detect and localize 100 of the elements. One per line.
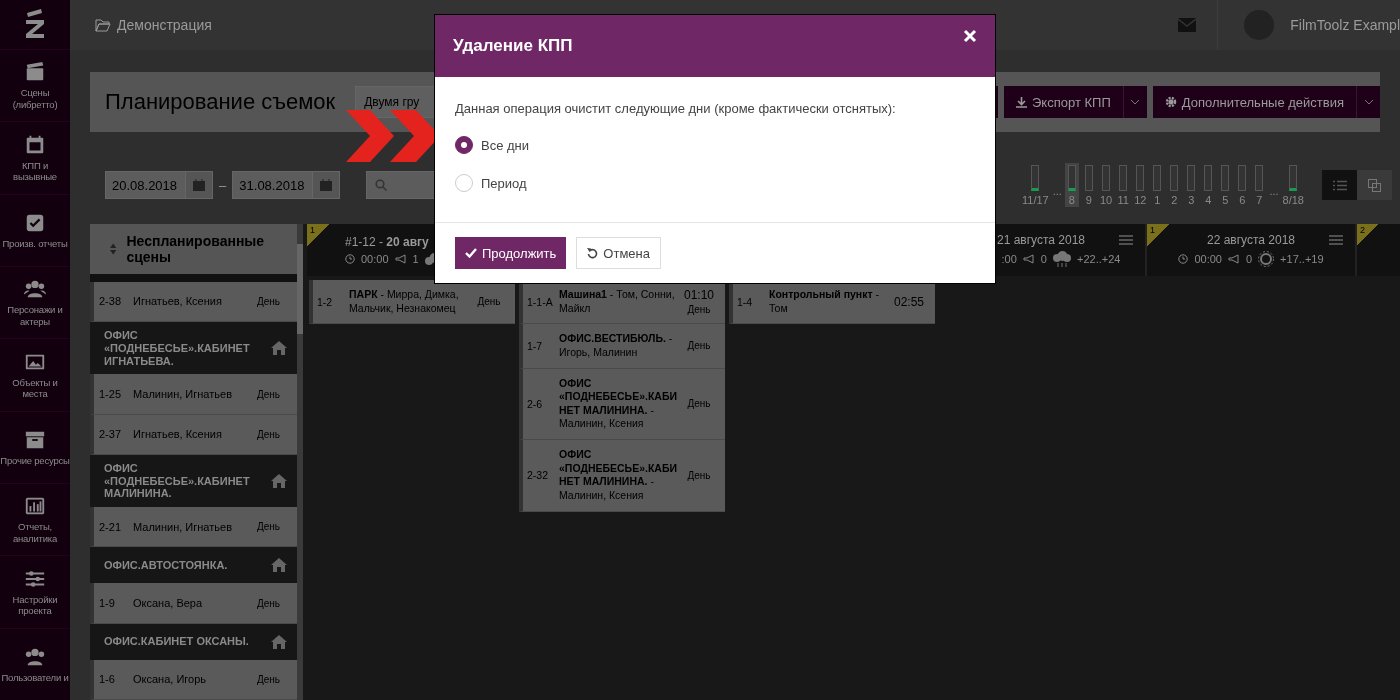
scene-number: 2-6	[527, 397, 544, 410]
view-toggle[interactable]	[1322, 170, 1357, 200]
sidebar-item[interactable]: Произв. отчеты	[0, 193, 70, 266]
day-badge: 2	[1357, 224, 1379, 246]
call-count: 0	[1040, 253, 1047, 265]
dialog-title: Удаление КПП	[453, 36, 574, 56]
megaphone-icon	[394, 254, 407, 264]
radio-label[interactable]: Все дни	[481, 137, 530, 153]
sidebar-item[interactable]: Пользователи и	[0, 627, 70, 700]
location-name: ОФИС «ПОДНЕБЕСЬЕ».КАБИНЕТ ИГНАТЬЕВА.	[104, 329, 251, 368]
day-selector[interactable]: 5	[1218, 163, 1233, 207]
cancel-button[interactable]: Отмена	[576, 237, 661, 269]
day-time: 00:00	[1194, 253, 1222, 265]
temperature: +17..+19	[1280, 253, 1324, 265]
sidebar-item[interactable]: Прочие ресурсы	[0, 410, 70, 483]
location-name: ОФИС «ПОДНЕБЕСЬЕ».КАБИНЕТ МАЛИНИНА.	[104, 462, 251, 501]
folder-icon	[95, 18, 111, 32]
ellipsis: ...	[1052, 185, 1062, 197]
action-button[interactable]: Дополнительные действия	[1152, 86, 1356, 118]
temperature: +22..+24	[1077, 253, 1121, 265]
list-icon	[1332, 179, 1347, 191]
rain-cloud-icon	[1053, 251, 1071, 267]
scene-number: 1-4	[737, 295, 754, 308]
gear-icon	[1164, 96, 1177, 108]
calendar-icon	[193, 179, 206, 191]
day-badge: 1	[307, 224, 329, 246]
scene-duration: 01:10	[683, 288, 715, 303]
day-selector[interactable]: 11/17	[1021, 163, 1050, 207]
continue-button[interactable]: Продолжить	[455, 237, 567, 269]
scene-description: ОФИС.ВЕСТИБЮЛЬ. - Игорь, Малинин	[559, 332, 674, 360]
scene-row[interactable]: 2-38 Игнатьев, Ксения День	[90, 281, 297, 323]
home-icon	[271, 558, 287, 573]
home-icon	[271, 634, 287, 649]
radio-label[interactable]: Период	[481, 175, 527, 191]
copy-icon	[1368, 178, 1381, 192]
close-icon[interactable]	[963, 29, 977, 43]
scene-duration: 02:55	[893, 294, 925, 309]
day-selector[interactable]: 4	[1201, 163, 1216, 207]
clock-icon	[345, 254, 355, 264]
day-badge: 1	[1147, 224, 1169, 246]
caret-icon	[1363, 99, 1374, 105]
sidebar-item[interactable]: Настройки проекта	[0, 555, 70, 628]
logo-icon[interactable]	[24, 9, 46, 40]
day-selector[interactable]: 6	[1235, 163, 1250, 207]
sidebar-item[interactable]: КПП и вызывные	[0, 121, 70, 194]
caret-icon	[1130, 99, 1141, 105]
calendar-icon	[24, 133, 46, 156]
radio-button[interactable]	[455, 136, 473, 154]
megaphone-icon	[1022, 254, 1035, 264]
call-count: 0	[1246, 253, 1253, 265]
sidebar-item[interactable]: Сцены (либретто)	[0, 48, 70, 122]
sidebar-item[interactable]: Объекты и места	[0, 338, 70, 411]
view-toggle[interactable]	[1357, 170, 1392, 200]
scene-description: Машина1 - Том, Сонни, Майкл	[559, 288, 676, 316]
call-count: 1	[412, 253, 419, 265]
scene-number: 1-1-А	[527, 295, 554, 308]
date-field[interactable]: 20.08.2018	[105, 171, 214, 199]
scene-row[interactable]: 1-9 Оксана, Вера День	[90, 583, 297, 624]
dialog-message: Данная операция очистит следующие дни (кроме фактически отснятых):	[455, 101, 897, 116]
sidebar-item[interactable]: Персонажи и актеры	[0, 265, 70, 339]
date-field[interactable]: 31.08.2018	[232, 171, 341, 199]
sun-icon	[1258, 251, 1275, 267]
sidebar-item[interactable]: Отчеты, аналитика	[0, 482, 70, 556]
day-selector[interactable]: 10	[1098, 163, 1114, 207]
day-time: 00:00	[361, 253, 389, 265]
ellipsis: ...	[1269, 185, 1279, 197]
day-selector[interactable]: 8/18	[1281, 163, 1305, 207]
scene-description: ОФИС «ПОДНЕБЕСЬЕ».КАБИНЕТ МАЛИНИНА. - Малинин, Ксения	[559, 376, 677, 432]
day-selector[interactable]: 12	[1133, 163, 1148, 207]
scene-row[interactable]: 2-37 Игнатьев, Ксения День	[90, 414, 297, 455]
project-name[interactable]: Демонстрация	[117, 17, 212, 33]
day-selector[interactable]: 11	[1116, 163, 1131, 207]
day-title: 21 августа 2018	[996, 233, 1085, 247]
day-selector[interactable]: 3	[1184, 163, 1199, 207]
day-selector[interactable]: 9	[1081, 163, 1096, 207]
scene-row[interactable]: 1-6 Оксана, Игорь День	[90, 659, 297, 700]
scene-number: 1-7	[527, 339, 544, 352]
day-selector[interactable]: 2	[1167, 163, 1182, 207]
time-of-day: День	[677, 304, 721, 316]
day-selector[interactable]: 7	[1252, 163, 1267, 207]
sort-icon[interactable]	[110, 242, 117, 255]
page-title: Планирование съемок	[105, 89, 336, 115]
scene-card[interactable]: 1-7 ОФИС.ВЕСТИБЮЛЬ. - Игорь, Малинин День	[519, 324, 725, 369]
scene-number: 1-2	[317, 295, 334, 308]
search-icon	[375, 179, 388, 191]
column-title: Неспланированные сцены	[126, 232, 266, 265]
scrollbar[interactable]	[297, 224, 303, 700]
scene-number: 2-32	[527, 469, 549, 482]
scene-row[interactable]: 2-21 Малинин, Игнатьев День	[90, 507, 297, 548]
day-selector[interactable]: 1	[1150, 163, 1165, 207]
envelope-icon[interactable]	[1178, 18, 1197, 32]
clock-icon	[1178, 254, 1189, 264]
day-selector[interactable]: 8	[1064, 163, 1079, 207]
home-icon	[271, 341, 287, 356]
action-button[interactable]: Экспорт КПП	[1004, 86, 1123, 118]
scene-card[interactable]: 1-2 ПАРК - Мирра, Димка, Мальчик, Незнакомец День	[309, 280, 515, 325]
scene-row[interactable]: 1-25 Малинин, Игнатьев День	[90, 374, 297, 415]
calendar-icon	[320, 179, 333, 191]
user-name[interactable]: FilmToolz Exampl	[1290, 17, 1400, 33]
day-title: 22 августа 2018	[1206, 233, 1295, 247]
